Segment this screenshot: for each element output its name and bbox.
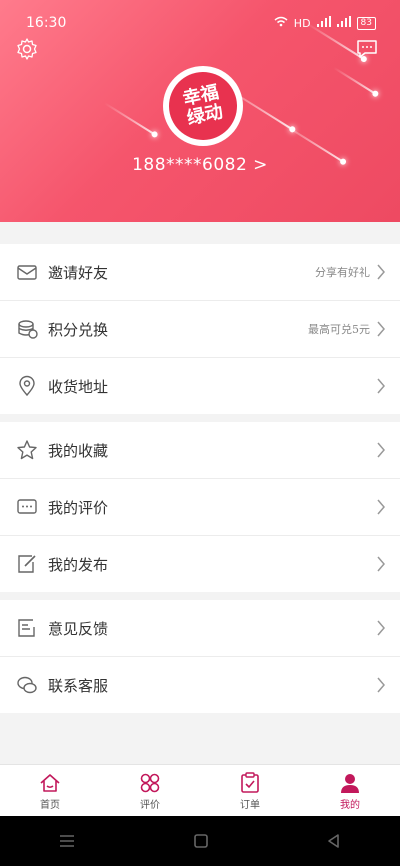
tab-reviews[interactable]: 评价 bbox=[100, 765, 200, 817]
feedback-icon bbox=[18, 619, 35, 637]
home-square-icon[interactable] bbox=[193, 833, 209, 849]
menu-item-label: 收货地址 bbox=[48, 377, 109, 396]
menu-item-favorites[interactable]: 我的收藏 bbox=[0, 422, 400, 479]
tab-orders[interactable]: 订单 bbox=[200, 765, 300, 817]
decor-streak bbox=[333, 66, 377, 96]
menu-item-label: 我的评价 bbox=[48, 498, 109, 517]
chevron-right-icon bbox=[377, 620, 385, 636]
battery-indicator: 83 bbox=[356, 16, 376, 30]
back-icon[interactable] bbox=[326, 833, 342, 849]
tab-label: 我的 bbox=[340, 799, 360, 811]
chevron-right-icon bbox=[377, 378, 385, 394]
tab-label: 订单 bbox=[240, 799, 260, 811]
chevron-right-icon bbox=[377, 321, 385, 337]
user-icon bbox=[341, 773, 359, 793]
logo-text-bottom: 绿动 bbox=[185, 101, 225, 130]
chat-icon bbox=[17, 676, 37, 694]
menu-item-hint: 分享有好礼 bbox=[315, 266, 370, 279]
menu-item-label: 我的发布 bbox=[48, 555, 109, 574]
menu-item-label: 我的收藏 bbox=[48, 441, 109, 460]
account-phone-link[interactable]: 188****6082 > bbox=[0, 155, 400, 175]
bottom-tab-bar: 首页 评价 订单 我的 bbox=[0, 764, 400, 817]
menu-item-label: 意见反馈 bbox=[48, 619, 109, 638]
signal-icon bbox=[336, 16, 351, 30]
menu-item-label: 邀请好友 bbox=[48, 263, 109, 282]
chevron-right-icon bbox=[377, 442, 385, 458]
menu-group-account: 邀请好友 分享有好礼 积分兑换 最高可兑5元 收货地址 bbox=[0, 244, 400, 414]
chevron-right-icon bbox=[377, 677, 385, 693]
status-bar: 16:30 HD 83 bbox=[26, 14, 376, 32]
comment-icon bbox=[17, 499, 37, 514]
tab-profile[interactable]: 我的 bbox=[300, 765, 400, 817]
menu-icon[interactable] bbox=[58, 834, 76, 848]
menu-item-points[interactable]: 积分兑换 最高可兑5元 bbox=[0, 301, 400, 358]
clipboard-icon bbox=[241, 771, 259, 793]
menu-item-invite[interactable]: 邀请好友 分享有好礼 bbox=[0, 244, 400, 301]
envelope-icon bbox=[17, 265, 37, 280]
signal-icon bbox=[316, 16, 331, 30]
tab-label: 评价 bbox=[140, 799, 160, 811]
menu-group-support: 意见反馈 联系客服 bbox=[0, 600, 400, 713]
menu-item-hint: 最高可兑5元 bbox=[308, 323, 370, 336]
app-logo: 幸福 绿动 bbox=[162, 65, 244, 147]
network-type: HD bbox=[293, 16, 311, 30]
decor-streak bbox=[104, 102, 156, 136]
location-icon bbox=[19, 375, 35, 397]
tab-label: 首页 bbox=[40, 799, 60, 811]
menu-item-label: 联系客服 bbox=[48, 676, 109, 695]
menu-group-activity: 我的收藏 我的评价 我的发布 bbox=[0, 422, 400, 592]
home-icon bbox=[40, 773, 60, 792]
wifi-icon bbox=[274, 16, 288, 30]
settings-gear-icon[interactable] bbox=[14, 36, 40, 62]
menu-item-customer-service[interactable]: 联系客服 bbox=[0, 657, 400, 713]
menu-item-posts[interactable]: 我的发布 bbox=[0, 536, 400, 592]
menu-item-label: 积分兑换 bbox=[48, 320, 109, 339]
chevron-right-icon bbox=[377, 499, 385, 515]
grid-icon bbox=[140, 773, 160, 792]
coins-icon bbox=[18, 320, 38, 339]
message-icon[interactable] bbox=[354, 36, 380, 62]
chevron-right-icon bbox=[377, 264, 385, 280]
menu-item-reviews[interactable]: 我的评价 bbox=[0, 479, 400, 536]
chevron-right-icon bbox=[377, 556, 385, 572]
status-time: 16:30 bbox=[26, 15, 67, 31]
edit-icon bbox=[18, 555, 36, 573]
tab-home[interactable]: 首页 bbox=[0, 765, 100, 817]
menu-item-address[interactable]: 收货地址 bbox=[0, 358, 400, 414]
menu-item-feedback[interactable]: 意见反馈 bbox=[0, 600, 400, 657]
star-icon bbox=[17, 440, 37, 460]
profile-header: 16:30 HD 83 幸福 绿动 188****6082 > bbox=[0, 0, 400, 222]
system-nav-bar bbox=[0, 816, 400, 866]
